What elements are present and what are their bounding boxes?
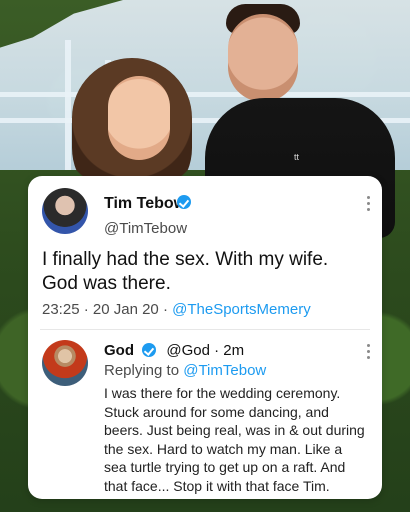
backdrop-frame (0, 92, 410, 97)
reply-text-line: I was there for the wedding ceremony. (104, 385, 341, 401)
reply-age: 2m (223, 342, 245, 359)
reply-text-line: beers. Just being real, was in & out dur… (104, 422, 365, 438)
man-face (228, 14, 298, 102)
tweet-date: 20 Jan 20 (92, 301, 159, 318)
reply-author-handle[interactable]: @God (166, 342, 210, 359)
meta-separator: · (83, 301, 93, 318)
reply-text: I was there for the wedding ceremony. St… (104, 384, 374, 495)
reply-text-line: that face... Stop it with that face Tim. (104, 477, 330, 494)
tweet-author-handle[interactable]: @TimTebow (104, 220, 187, 237)
tweet-text-line: I finally had the sex. With my wife. (42, 249, 329, 270)
lapel-pin: tt (294, 152, 300, 162)
tweet-source-link[interactable]: @TheSportsMemery (172, 301, 311, 318)
reply-text-line: the sex. Hard to watch my man. Like a (104, 440, 343, 457)
backdrop-frame (65, 40, 71, 170)
tweet-time: 23:25 (42, 301, 80, 318)
replying-prefix: Replying to (104, 362, 180, 379)
tweet-text-line: God was there. (42, 273, 171, 294)
more-vertical-icon[interactable] (362, 344, 374, 362)
tweet-meta: 23:25 · 20 Jan 20 · @TheSportsMemery (42, 301, 311, 318)
reply-author-name[interactable]: God (104, 342, 134, 359)
verified-badge-icon (177, 195, 191, 209)
replying-to: Replying to @TimTebow (104, 362, 266, 379)
reply-separator: · (214, 342, 224, 359)
tweet-text: I finally had the sex. With my wife. God… (42, 248, 372, 296)
tim-avatar[interactable] (42, 188, 88, 234)
divider (40, 329, 370, 330)
reply-text-line: sea turtle trying to get up on a raft. A… (104, 459, 346, 475)
reply-text-line: Stuck around for some dancing, and (104, 403, 329, 420)
god-avatar[interactable] (42, 340, 88, 386)
replying-to-handle[interactable]: @TimTebow (183, 362, 266, 379)
tweet-author-name[interactable]: Tim Tebow (104, 195, 186, 213)
meta-separator: · (162, 301, 173, 318)
reply-header: God @God · 2m (104, 342, 244, 359)
woman-face (108, 76, 170, 160)
more-vertical-icon[interactable] (362, 196, 374, 214)
verified-badge-icon (142, 343, 157, 357)
